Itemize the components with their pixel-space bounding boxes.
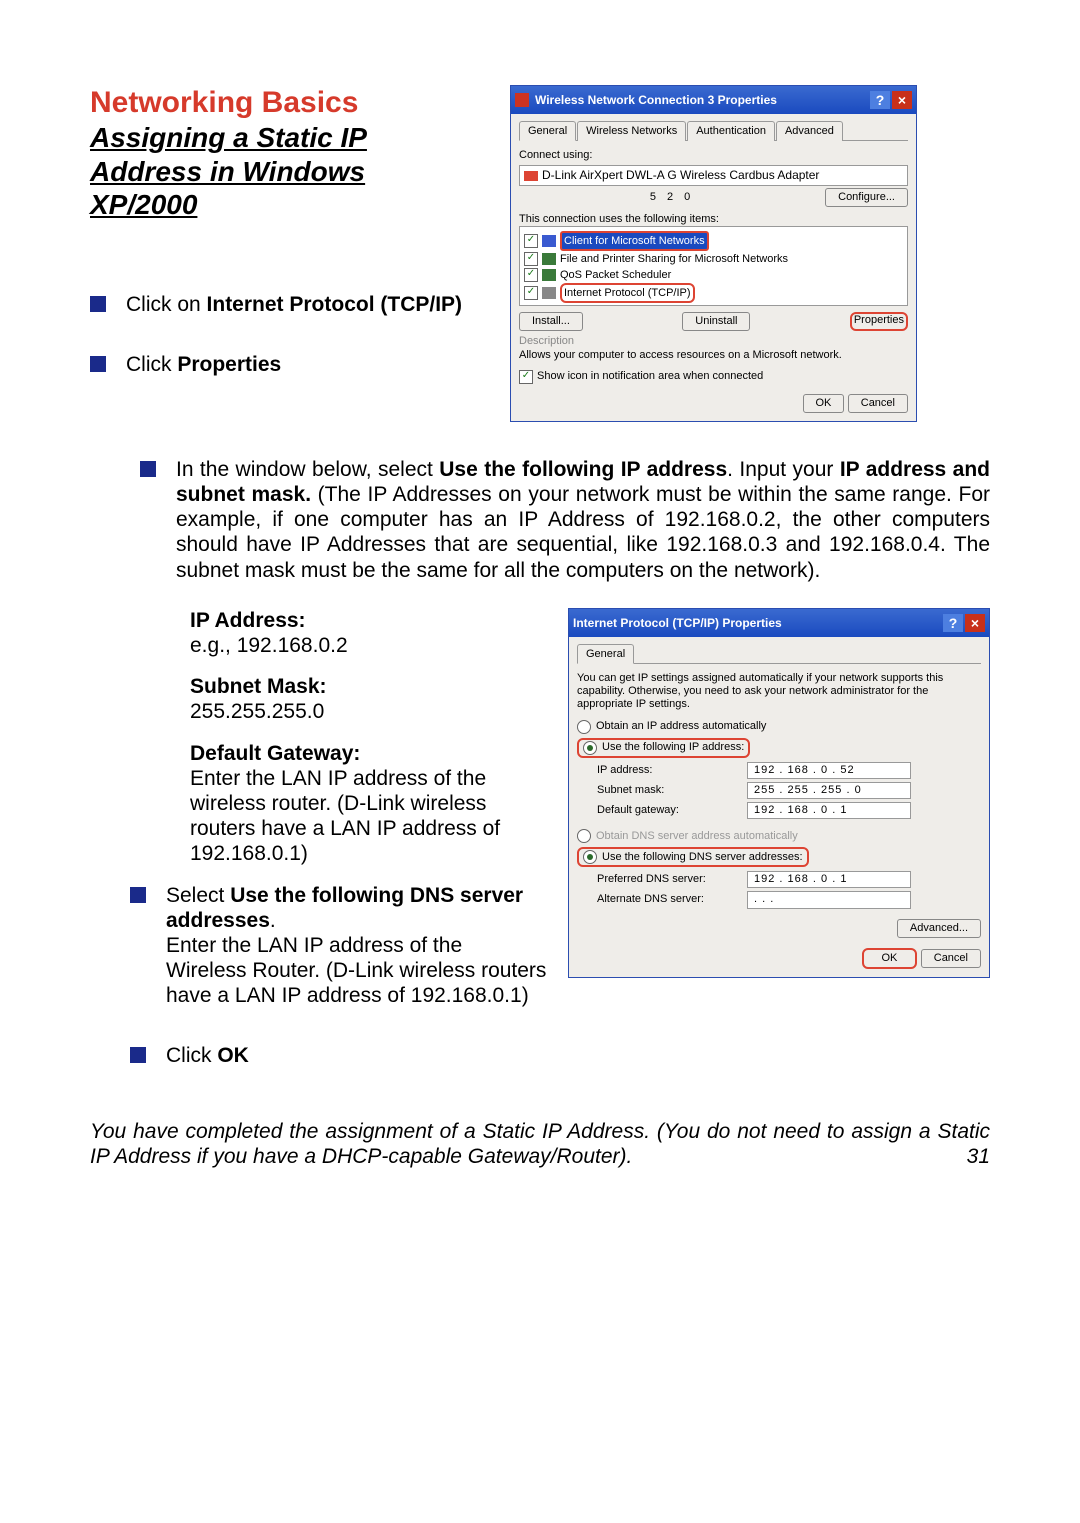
net-icon [542,269,556,281]
checkbox-icon[interactable]: ✓ [524,234,538,248]
tab-auth[interactable]: Authentication [687,121,775,141]
bullet-icon [130,887,146,903]
properties-button[interactable]: Properties [850,312,908,331]
radio-auto-ip[interactable]: Obtain an IP address automatically [577,720,981,734]
tab-general[interactable]: General [519,121,576,141]
app-icon [515,93,529,107]
connect-using-label: Connect using: [519,149,908,162]
alt-dns-label: Alternate DNS server: [597,893,747,906]
radio-auto-dns: Obtain DNS server address automatically [577,829,981,843]
gateway-input[interactable]: 192 . 168 . 0 . 1 [747,802,911,819]
tcpip-dialog: Internet Protocol (TCP/IP) Properties ? … [568,608,990,978]
description-label: Description [519,335,908,348]
close-button[interactable]: × [892,91,912,109]
gateway-block: Default Gateway: Enter the LAN IP addres… [190,741,548,867]
close-button[interactable]: × [965,614,985,632]
properties-dialog: Wireless Network Connection 3 Properties… [510,85,917,422]
ok-button[interactable]: OK [803,394,845,413]
ip-address-block: IP Address: e.g., 192.168.0.2 [190,608,548,658]
intro-text: You can get IP settings assigned automat… [577,672,981,712]
instruction-paragraph: In the window below, select Use the foll… [176,457,990,583]
subnet-input[interactable]: 255 . 255 . 255 . 0 [747,782,911,799]
description-text: Allows your computer to access resources… [519,349,908,362]
advanced-button[interactable]: Advanced... [897,919,981,938]
net-icon [542,253,556,265]
list-item[interactable]: Internet Protocol (TCP/IP) [560,283,695,303]
adapter-box: D-Link AirXpert DWL-A G Wireless Cardbus… [519,165,908,185]
radio-use-ip[interactable]: Use the following IP address: [577,738,750,758]
radio-icon [577,829,591,843]
bullet-icon [140,461,156,477]
bullet-icon [130,1047,146,1063]
tab-advanced[interactable]: Advanced [776,121,843,141]
pref-dns-input[interactable]: 192 . 168 . 0 . 1 [747,871,911,888]
window-title: Wireless Network Connection 3 Properties [535,93,868,107]
window-title: Internet Protocol (TCP/IP) Properties [573,616,941,630]
configure-button[interactable]: Configure... [825,188,908,207]
tab-general[interactable]: General [577,644,634,664]
list-item[interactable]: Client for Microsoft Networks [560,231,709,251]
ok-bullet: Click OK [166,1043,249,1068]
titlebar: Wireless Network Connection 3 Properties… [511,86,916,114]
help-button[interactable]: ? [870,91,890,109]
ip-input[interactable]: 192 . 168 . 0 . 52 [747,762,911,779]
tab-strip: General [577,643,981,664]
page-number: 31 [967,1144,990,1169]
bullet-text: Click on Internet Protocol (TCP/IP) [126,292,462,317]
adapter-sub: 5 2 0 [519,191,825,204]
cancel-button[interactable]: Cancel [848,394,908,413]
bullet-icon [90,296,106,312]
ip-label: IP address: [597,764,747,777]
ok-button[interactable]: OK [862,948,918,969]
alt-dns-input[interactable]: . . . [747,891,911,908]
checkbox-icon[interactable]: ✓ [519,370,533,384]
list-item[interactable]: QoS Packet Scheduler [560,267,671,283]
bullet-text: Click Properties [126,352,281,377]
checkbox-icon[interactable]: ✓ [524,252,538,266]
nic-icon [524,171,538,181]
footer-text: You have completed the assignment of a S… [90,1119,990,1169]
bullet-icon [90,356,106,372]
titlebar: Internet Protocol (TCP/IP) Properties ? … [569,609,989,637]
subnet-label: Subnet mask: [597,784,747,797]
radio-use-dns[interactable]: Use the following DNS server addresses: [577,847,809,867]
radio-icon [577,720,591,734]
list-item[interactable]: File and Printer Sharing for Microsoft N… [560,251,788,267]
help-button[interactable]: ? [943,614,963,632]
tab-strip: General Wireless Networks Authentication… [519,120,908,141]
radio-icon [583,741,597,755]
tab-wireless[interactable]: Wireless Networks [577,121,686,141]
cancel-button[interactable]: Cancel [921,949,981,968]
dns-bullet: Select Use the following DNS server addr… [166,883,548,1009]
adapter-name: D-Link AirXpert DWL-A G Wireless Cardbus… [542,168,819,182]
checkbox-icon[interactable]: ✓ [524,268,538,282]
pref-dns-label: Preferred DNS server: [597,873,747,886]
net-icon [542,235,556,247]
subnet-block: Subnet Mask: 255.255.255.0 [190,674,548,724]
page-heading: Networking Basics [90,85,470,121]
gateway-label: Default gateway: [597,804,747,817]
uninstall-button[interactable]: Uninstall [682,312,750,331]
items-label: This connection uses the following items… [519,213,908,226]
install-button[interactable]: Install... [519,312,583,331]
checkbox-icon[interactable]: ✓ [524,286,538,300]
network-items-list[interactable]: ✓ Client for Microsoft Networks ✓ File and… [519,226,908,306]
show-icon-label: Show icon in notification area when conn… [537,370,763,383]
net-icon [542,287,556,299]
page-subtitle: Assigning a Static IP Address in Windows… [90,121,470,222]
radio-icon [583,850,597,864]
